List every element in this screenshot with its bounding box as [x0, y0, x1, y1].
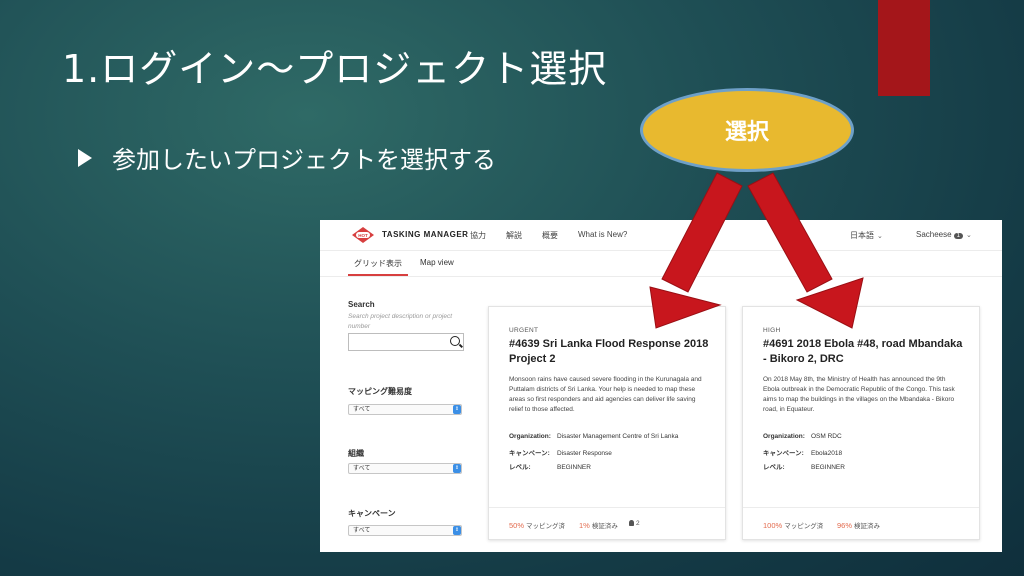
validated-percent: 1%	[579, 521, 590, 530]
mapped-percent: 50%	[509, 521, 525, 530]
select-value: すべて	[353, 528, 371, 534]
project-campaign: キャンペーン: Ebola2018	[763, 447, 842, 457]
chevron-down-icon: ⌄	[965, 232, 972, 239]
mapped-stat: 50% マッピング済	[509, 520, 565, 530]
contributors-stat: 2	[629, 520, 640, 527]
meta-value: Disaster Response	[557, 450, 612, 457]
mapped-label: マッピング済	[526, 523, 566, 530]
meta-value: Ebola2018	[811, 450, 843, 457]
logo-text: HOT	[358, 233, 368, 238]
project-level: レベル: BEGINNER	[509, 461, 591, 471]
meta-label: キャンペーン:	[509, 450, 550, 457]
project-title[interactable]: #4691 2018 Ebola #48, road Mbandaka - Bi…	[763, 337, 969, 367]
organization-label: 組織	[348, 449, 364, 458]
nav-item-whats-new[interactable]: What is New?	[578, 230, 627, 239]
mapping-difficulty-label: マッピング難易度	[348, 387, 412, 396]
select-value: すべて	[353, 466, 371, 472]
tasking-manager-screenshot: HOT TASKING MANAGER 協力 解説 概要 What is New…	[320, 220, 1002, 552]
validated-label: 検証済み	[854, 523, 881, 530]
campaign-select[interactable]: すべて ⇕	[348, 525, 462, 536]
project-priority: HIGH	[763, 327, 781, 334]
select-arrows-icon: ⇕	[453, 405, 461, 414]
search-input[interactable]	[348, 333, 464, 351]
chevron-down-icon: ⌄	[877, 233, 883, 240]
meta-label: レベル:	[763, 464, 785, 471]
project-title[interactable]: #4639 Sri Lanka Flood Response 2018 Proj…	[509, 337, 715, 367]
project-stats: 100% マッピング済 96% 検証済み	[743, 507, 979, 540]
mapped-percent: 100%	[763, 521, 783, 530]
tab-grid-view[interactable]: グリッド表示	[354, 258, 402, 269]
language-selector[interactable]: 日本語 ⌄	[850, 230, 883, 241]
validated-stat: 1% 検証済み	[579, 520, 618, 530]
validated-stat: 96% 検証済み	[837, 520, 880, 530]
project-level: レベル: BEGINNER	[763, 461, 845, 471]
search-icon[interactable]	[450, 336, 460, 346]
project-priority: URGENT	[509, 327, 539, 334]
validated-label: 検証済み	[591, 523, 618, 530]
bullet-arrow-icon	[78, 148, 92, 167]
bullet-item: 参加したいプロジェクトを選択する	[78, 140, 496, 175]
organization-select[interactable]: すべて ⇕	[348, 463, 462, 474]
search-hint: Search project description or project nu…	[348, 313, 453, 330]
contributors-count: 2	[636, 520, 640, 527]
project-campaign: キャンペーン: Disaster Response	[509, 447, 612, 457]
select-callout: 選択	[640, 88, 854, 172]
top-navigation-bar: HOT TASKING MANAGER 協力 解説 概要 What is New…	[320, 220, 1002, 251]
decorative-red-bar	[878, 0, 930, 96]
select-arrows-icon: ⇕	[453, 464, 461, 473]
select-value: すべて	[353, 407, 371, 413]
active-tab-indicator	[348, 274, 408, 276]
notification-badge: 1	[953, 233, 963, 239]
meta-value: OSM RDC	[811, 433, 842, 440]
validated-percent: 96%	[837, 521, 853, 530]
hot-logo-icon: HOT	[352, 227, 374, 243]
meta-label: Organization:	[763, 433, 805, 440]
meta-label: レベル:	[509, 464, 531, 471]
project-card[interactable]: HIGH #4691 2018 Ebola #48, road Mbandaka…	[742, 306, 980, 540]
brand-name[interactable]: TASKING MANAGER	[382, 230, 468, 239]
project-stats: 50% マッピング済 1% 検証済み 2	[489, 507, 725, 540]
nav-item-about[interactable]: 概要	[542, 230, 558, 241]
nav-item-contribute[interactable]: 協力	[470, 230, 486, 241]
username: Sacheese	[916, 230, 952, 239]
meta-label: Organization:	[509, 433, 551, 440]
project-description: On 2018 May 8th, the Ministry of Health …	[763, 376, 955, 413]
user-menu[interactable]: Sacheese 1 ⌄	[916, 230, 972, 239]
project-organization: Organization: Disaster Management Centre …	[509, 433, 678, 440]
meta-value: BEGINNER	[811, 464, 845, 471]
meta-value: Disaster Management Centre of Sri Lanka	[557, 433, 679, 440]
meta-value: BEGINNER	[557, 464, 591, 471]
project-card[interactable]: URGENT #4639 Sri Lanka Flood Response 20…	[488, 306, 726, 540]
language-label: 日本語	[850, 231, 874, 240]
project-organization: Organization: OSM RDC	[763, 433, 842, 440]
search-label: Search	[348, 300, 375, 309]
nav-item-learn[interactable]: 解説	[506, 230, 522, 241]
mapped-stat: 100% マッピング済	[763, 520, 823, 530]
project-description: Monsoon rains have caused severe floodin…	[509, 376, 702, 413]
bullet-text: 参加したいプロジェクトを選択する	[112, 146, 496, 174]
slide-title: 1.ログイン～プロジェクト選択	[62, 47, 608, 91]
user-icon	[629, 520, 634, 526]
meta-label: キャンペーン:	[763, 450, 804, 457]
mapped-label: マッピング済	[784, 523, 824, 530]
view-tabs: グリッド表示 Map view	[320, 250, 1002, 277]
tab-map-view[interactable]: Map view	[420, 258, 454, 267]
campaign-label: キャンペーン	[348, 509, 396, 518]
mapping-difficulty-select[interactable]: すべて ⇕	[348, 404, 462, 415]
select-arrows-icon: ⇕	[453, 526, 461, 535]
